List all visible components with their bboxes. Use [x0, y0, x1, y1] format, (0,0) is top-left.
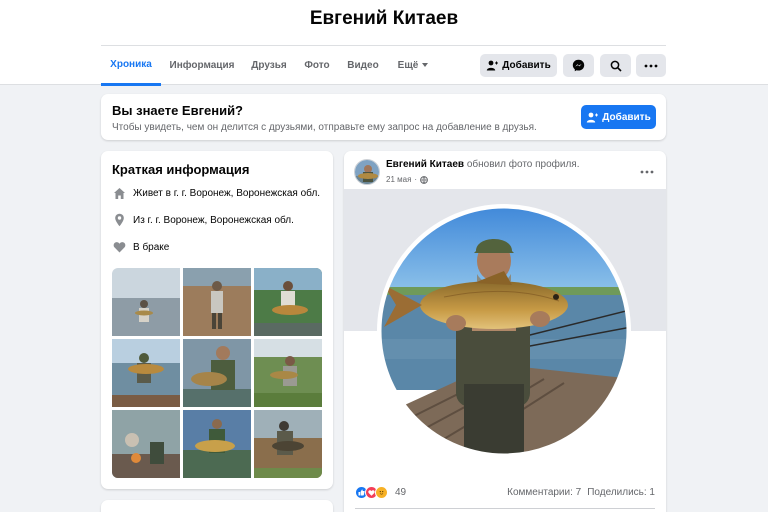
add-friend-icon: [487, 60, 499, 71]
heart-icon: [112, 240, 126, 254]
intro-item-text: В браке: [133, 241, 170, 253]
photo-thumbnail[interactable]: [254, 410, 322, 478]
intro-item-relationship: В браке: [112, 239, 169, 255]
add-friend-primary-label: Добавить: [602, 111, 651, 123]
photo-thumbnail[interactable]: [112, 268, 180, 336]
post-divider: [355, 508, 655, 509]
post-author-line: Евгений Китаев обновил фото профиля.: [386, 159, 580, 170]
care-reaction-icon: [375, 486, 388, 499]
photo-grid: [112, 268, 322, 478]
do-you-know-title: Вы знаете Евгений?: [112, 103, 243, 118]
globe-icon: [420, 175, 428, 184]
messenger-button[interactable]: [563, 54, 594, 77]
more-dots-icon: [640, 170, 654, 174]
do-you-know-text: Чтобы увидеть, чем он делится с друзьями…: [112, 122, 537, 133]
tab-info[interactable]: Информация: [167, 46, 237, 86]
meta-separator: ·: [414, 175, 418, 184]
profile-photo: [377, 204, 631, 458]
post-options-button[interactable]: [640, 161, 654, 177]
intro-item-text: Живет в г. г. Воронеж, Воронежская обл.: [133, 187, 321, 199]
intro-item-lives-in: Живет в г. г. Воронеж, Воронежская обл.: [112, 185, 320, 201]
more-dots-icon: [644, 64, 658, 67]
intro-title: Краткая информация: [112, 162, 250, 177]
photo-thumbnail[interactable]: [254, 339, 322, 407]
profile-nav: Хроника Информация Друзья Фото Видео Ещё…: [101, 45, 666, 86]
reaction-icons[interactable]: [355, 486, 388, 499]
profile-photo-area[interactable]: [344, 189, 666, 479]
post-author-name[interactable]: Евгений Китаев: [386, 159, 464, 170]
photo-thumbnail[interactable]: [183, 268, 251, 336]
home-icon: [112, 186, 126, 200]
reaction-count[interactable]: 49: [395, 487, 406, 498]
post-footer: 49 Комментарии: 7 Поделились: 1: [344, 483, 666, 505]
photo-thumbnail[interactable]: [112, 410, 180, 478]
post-card: Евгений Китаев обновил фото профиля. 21 …: [344, 151, 666, 512]
comments-count[interactable]: Комментарии: 7: [507, 487, 581, 498]
add-friend-primary-button[interactable]: Добавить: [581, 105, 656, 129]
intro-item-from: Из г. г. Воронеж, Воронежская обл.: [112, 212, 294, 228]
add-friend-icon: [587, 112, 599, 122]
photo-thumbnail[interactable]: [183, 339, 251, 407]
caret-down-icon: [422, 63, 429, 68]
more-options-button[interactable]: [636, 54, 666, 77]
tab-more[interactable]: Ещё: [391, 46, 435, 86]
add-friend-button[interactable]: Добавить: [480, 54, 557, 77]
tab-photos[interactable]: Фото: [299, 46, 335, 86]
tab-more-label: Ещё: [397, 60, 419, 71]
post-action-text: обновил фото профиля.: [466, 159, 580, 170]
intro-item-text: Из г. г. Воронеж, Воронежская обл.: [133, 214, 294, 226]
author-avatar[interactable]: [354, 159, 380, 185]
intro-card: Краткая информация Живет в г. г. Воронеж…: [101, 151, 333, 489]
tab-friends[interactable]: Друзья: [245, 46, 293, 86]
messenger-icon: [572, 59, 585, 72]
do-you-know-card: Вы знаете Евгений? Чтобы увидеть, чем он…: [101, 94, 666, 140]
post-meta: 21 мая ·: [386, 175, 428, 184]
add-friend-label: Добавить: [502, 60, 551, 71]
profile-header: Евгений Китаев Хроника Информация Друзья…: [0, 0, 768, 86]
profile-name: Евгений Китаев: [309, 8, 459, 29]
tab-timeline[interactable]: Хроника: [101, 46, 161, 86]
search-icon: [610, 60, 622, 72]
post-date[interactable]: 21 мая: [386, 175, 411, 184]
tab-videos[interactable]: Видео: [343, 46, 383, 86]
photo-thumbnail[interactable]: [112, 339, 180, 407]
next-card: [101, 500, 333, 512]
photo-thumbnail[interactable]: [254, 268, 322, 336]
search-button[interactable]: [600, 54, 631, 77]
shares-count[interactable]: Поделились: 1: [587, 487, 655, 498]
location-pin-icon: [112, 213, 126, 227]
photo-thumbnail[interactable]: [183, 410, 251, 478]
post-stats: Комментарии: 7 Поделились: 1: [501, 487, 655, 498]
